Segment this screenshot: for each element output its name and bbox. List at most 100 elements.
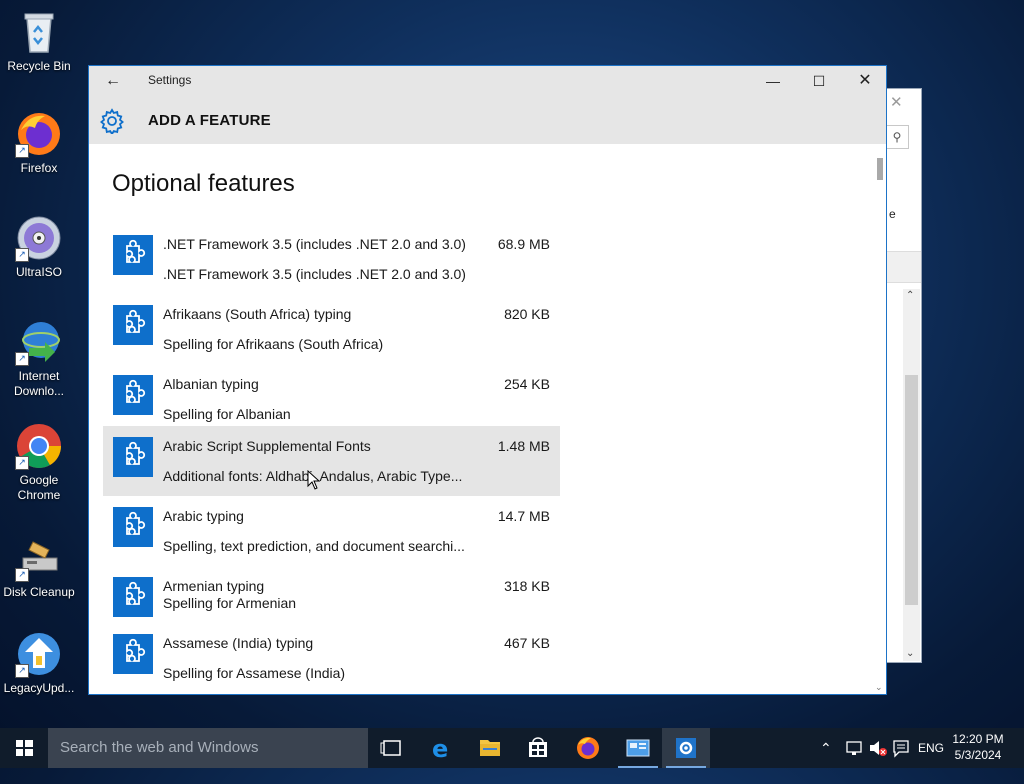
desktop-icon-label: Google Chrome <box>17 473 61 502</box>
back-button[interactable]: ← <box>99 71 127 91</box>
show-hidden-icons-chevron-icon[interactable]: ⌃ <box>820 728 832 768</box>
firefox-taskbar-button[interactable] <box>564 728 612 768</box>
volume-muted-icon[interactable] <box>868 728 888 768</box>
desktop-icon-label: Internet Downlo... <box>13 369 65 398</box>
feature-size: 1.48 MB <box>497 438 550 454</box>
feature-item[interactable]: Assamese (India) typing 467 KB Spelling … <box>103 623 560 693</box>
feature-description: Spelling for Afrikaans (South Africa) <box>163 336 384 352</box>
content-area: Optional features .NET Framework 3.5 (in… <box>89 144 886 694</box>
content-scrollbar[interactable]: ⌄ <box>874 144 886 694</box>
feature-size: 820 KB <box>504 306 550 322</box>
desktop-icon-firefox[interactable]: ↗ Firefox <box>0 110 78 176</box>
feature-name: Arabic typing <box>163 508 244 524</box>
chrome-icon: ↗ <box>15 422 63 470</box>
control-panel-taskbar-button[interactable] <box>614 728 662 768</box>
truncated-text: e <box>889 207 896 221</box>
puzzle-icon <box>113 305 153 345</box>
maximize-icon: ☐ <box>812 73 826 89</box>
clock[interactable]: 12:20 PM 5/3/2024 <box>948 731 1008 763</box>
maximize-button[interactable]: ☐ <box>796 66 842 96</box>
desktop-icon-internet-download-manager[interactable]: ↗ Internet Downlo... <box>0 318 78 399</box>
language-indicator[interactable]: ENG <box>918 728 944 768</box>
store-taskbar-button[interactable] <box>514 728 562 768</box>
feature-item[interactable]: Albanian typing 254 KB Spelling for Alba… <box>103 364 560 434</box>
edge-taskbar-button[interactable]: e <box>418 728 466 768</box>
shortcut-arrow-icon: ↗ <box>15 352 29 366</box>
chevron-up-icon[interactable]: ⌃ <box>906 290 914 301</box>
desktop-icon-disk-cleanup[interactable]: ↗ Disk Cleanup <box>0 534 78 600</box>
firefox-icon: ↗ <box>15 110 63 158</box>
download-manager-icon: ↗ <box>15 318 63 366</box>
puzzle-icon <box>113 507 153 547</box>
desktop-icon-label: UltraISO <box>15 265 62 279</box>
close-button[interactable]: ✕ <box>842 66 888 96</box>
puzzle-icon <box>113 375 153 415</box>
feature-description: Spelling for Assamese (India) <box>163 665 346 681</box>
section-title: Optional features <box>112 170 295 197</box>
svg-text:e: e <box>432 735 448 763</box>
feature-item[interactable]: Afrikaans (South Africa) typing 820 KB S… <box>103 294 560 364</box>
minimize-icon: — <box>766 73 780 89</box>
shortcut-arrow-icon: ↗ <box>15 456 29 470</box>
puzzle-icon <box>113 577 153 617</box>
taskbar-search-box[interactable]: Search the web and Windows <box>48 728 368 768</box>
shortcut-arrow-icon: ↗ <box>15 248 29 262</box>
edge-icon: e <box>432 735 448 763</box>
window-title: Settings <box>148 73 192 87</box>
desktop-icon-label: LegacyUpd... <box>3 681 75 695</box>
scrollbar-thumb[interactable] <box>877 158 883 180</box>
feature-item[interactable]: Arabic typing 14.7 MB Spelling, text pre… <box>103 496 560 566</box>
feature-name: Assamese (India) typing <box>163 635 314 651</box>
desktop-icon-recycle-bin[interactable]: Recycle Bin <box>0 8 78 74</box>
desktop-icon-legacy-update[interactable]: ↗ LegacyUpd... <box>0 630 78 696</box>
mouse-cursor-icon <box>307 470 321 490</box>
feature-name: .NET Framework 3.5 (includes .NET 2.0 an… <box>163 236 466 252</box>
feature-item[interactable]: Armenian typing 318 KB Spelling for Arme… <box>103 566 560 624</box>
feature-size: 14.7 MB <box>497 508 550 524</box>
feature-name: Armenian typing <box>163 578 265 594</box>
taskbar: Search the web and Windows e ⌃ ENG 12:20… <box>0 728 1024 768</box>
minimize-button[interactable]: — <box>750 66 796 96</box>
settings-window: ← Settings — ☐ ✕ ADD A FEATURE Optional … <box>88 65 887 695</box>
file-explorer-taskbar-button[interactable] <box>466 728 514 768</box>
title-bar[interactable]: ← Settings — ☐ ✕ <box>89 66 886 96</box>
task-view-button[interactable] <box>368 728 416 768</box>
settings-taskbar-button[interactable] <box>662 728 710 768</box>
chevron-down-icon[interactable]: ⌄ <box>906 648 914 659</box>
feature-size: 318 KB <box>504 578 550 594</box>
action-center-icon[interactable] <box>892 728 910 768</box>
background-window-band <box>886 251 921 283</box>
desktop-icon-label: Disk Cleanup <box>3 585 75 599</box>
feature-description: Spelling for Albanian <box>163 406 291 422</box>
scrollbar-thumb[interactable] <box>905 375 918 605</box>
desktop-icon-google-chrome[interactable]: ↗ Google Chrome <box>0 422 78 503</box>
shortcut-arrow-icon: ↗ <box>15 664 29 678</box>
feature-size: 254 KB <box>504 376 550 392</box>
desktop-icon-ultraiso[interactable]: ↗ UltraISO <box>0 214 78 280</box>
close-icon[interactable]: ✕ <box>890 93 903 111</box>
control-panel-icon <box>626 739 650 757</box>
puzzle-icon <box>113 235 153 275</box>
page-header: ADD A FEATURE <box>89 96 886 144</box>
disk-cleanup-icon: ↗ <box>15 534 63 582</box>
feature-item-hovered[interactable]: Arabic Script Supplemental Fonts 1.48 MB… <box>103 426 560 496</box>
background-window[interactable]: ✕ ⚲ e ⌃ ⌄ <box>885 88 922 663</box>
search-icon[interactable]: ⚲ <box>886 125 909 149</box>
store-icon <box>529 737 547 757</box>
chevron-down-icon[interactable]: ⌄ <box>875 682 883 693</box>
puzzle-icon <box>113 437 153 477</box>
feature-size: 467 KB <box>504 635 550 651</box>
network-icon[interactable] <box>845 728 863 768</box>
folder-icon <box>480 740 500 756</box>
legacy-update-icon: ↗ <box>15 630 63 678</box>
feature-size: 68.9 MB <box>497 236 550 252</box>
back-arrow-icon: ← <box>105 72 121 89</box>
start-button[interactable] <box>0 728 48 768</box>
shortcut-arrow-icon: ↗ <box>15 568 29 582</box>
feature-name: Arabic Script Supplemental Fonts <box>163 438 371 454</box>
feature-description: Spelling, text prediction, and document … <box>163 538 465 554</box>
feature-item[interactable]: .NET Framework 3.5 (includes .NET 2.0 an… <box>103 224 560 294</box>
page-title: ADD A FEATURE <box>148 112 271 129</box>
settings-gear-icon <box>676 738 696 758</box>
background-window-scrollbar[interactable]: ⌃ ⌄ <box>903 289 920 661</box>
